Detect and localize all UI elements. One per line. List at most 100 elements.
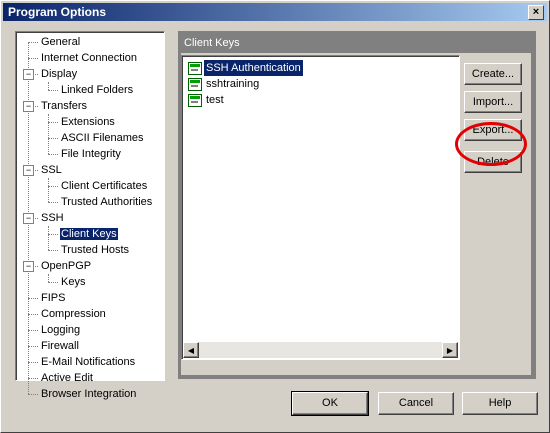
close-button[interactable]: ×	[528, 5, 544, 20]
scroll-right-button[interactable]: ▶	[442, 342, 458, 358]
panel-title: Client Keys	[184, 37, 240, 49]
key-file-icon	[188, 94, 202, 107]
collapse-icon[interactable]: −	[23, 261, 34, 272]
collapse-icon[interactable]: −	[23, 213, 34, 224]
tree-item[interactable]: Client Keys	[60, 226, 118, 242]
cancel-button[interactable]: Cancel	[378, 392, 454, 415]
tree-connector-line	[28, 346, 38, 347]
tree-item[interactable]: Compression	[40, 306, 107, 322]
tree-item[interactable]: Logging	[40, 322, 81, 338]
tree-item[interactable]: Display	[40, 66, 78, 82]
tree-connector-line	[48, 234, 58, 235]
tree-connector-line	[48, 178, 49, 202]
tree-connector-line	[28, 394, 38, 395]
tree-item[interactable]: OpenPGP	[40, 258, 92, 274]
tree-item-label: File Integrity	[61, 148, 121, 160]
tree-item[interactable]: Trusted Authorities	[60, 194, 153, 210]
tree-connector-line	[28, 362, 38, 363]
tree-item-label: Compression	[41, 308, 106, 320]
tree-item[interactable]: Linked Folders	[60, 82, 134, 98]
tree-item[interactable]: SSL	[40, 162, 63, 178]
collapse-icon[interactable]: −	[23, 101, 34, 112]
key-list-item-label: test	[206, 94, 224, 106]
title-bar[interactable]: Program Options ×	[3, 3, 547, 21]
tree-item[interactable]: Client Certificates	[60, 178, 148, 194]
tree-item[interactable]: Firewall	[40, 338, 80, 354]
tree-item-label: Transfers	[41, 100, 88, 112]
tree-item[interactable]: SSH	[40, 210, 65, 226]
tree-item-label: Browser Integration	[41, 388, 137, 400]
panel-body: ◀ ▶ SSH Authentication sshtraining test Cr…	[181, 53, 531, 375]
help-button-label: Help	[488, 397, 512, 409]
tree-item-label: Client Keys	[60, 228, 118, 240]
tree-connector-line	[48, 154, 58, 155]
tree-item[interactable]: FIPS	[40, 290, 66, 306]
tree-connector-line	[48, 90, 58, 91]
tree-item-label: Extensions	[61, 116, 115, 128]
tree-connector-line	[48, 274, 49, 282]
tree-item-label: Trusted Hosts	[61, 244, 130, 256]
key-file-icon	[188, 62, 202, 75]
tree-item-label: Active Edit	[41, 372, 93, 384]
tree-connector-line	[48, 114, 49, 154]
tree-item-label: SSH	[41, 212, 64, 224]
tree-item[interactable]: ASCII Filenames	[60, 130, 145, 146]
tree-item[interactable]: Keys	[60, 274, 86, 290]
tree-connector-line	[28, 330, 38, 331]
window-title: Program Options	[8, 5, 107, 19]
tree-item-label: Internet Connection	[41, 52, 138, 64]
tree-item-label: Firewall	[41, 340, 79, 352]
scroll-left-button[interactable]: ◀	[183, 342, 199, 358]
client-keys-panel: Client Keys ◀ ▶ SSH Authentication sshtra…	[178, 31, 536, 379]
tree-item[interactable]: Transfers	[40, 98, 88, 114]
tree-connector-line	[28, 314, 38, 315]
key-list-item-label: sshtraining	[206, 78, 260, 90]
client-keys-list[interactable]: ◀ ▶ SSH Authentication sshtraining test	[181, 55, 460, 360]
arrow-left-icon: ◀	[187, 346, 195, 355]
tree-item[interactable]: Trusted Hosts	[60, 242, 130, 258]
tree-connector-line	[48, 82, 49, 90]
tree-item-label: Client Certificates	[61, 180, 148, 192]
ok-button[interactable]: OK	[291, 391, 369, 416]
import-button[interactable]: Import...	[464, 91, 522, 113]
tree-connector-line	[48, 122, 58, 123]
tree-connector-line	[48, 250, 58, 251]
tree-item-label: ASCII Filenames	[61, 132, 144, 144]
tree-connector-line	[48, 282, 58, 283]
collapse-icon[interactable]: −	[23, 69, 34, 80]
close-icon: ×	[532, 6, 540, 18]
collapse-icon[interactable]: −	[23, 165, 34, 176]
tree-connector-line	[28, 298, 38, 299]
tree-connector-line	[48, 138, 58, 139]
tree-connector-line	[48, 202, 58, 203]
tree-item-label: Trusted Authorities	[61, 196, 153, 208]
tree-item-label: E-Mail Notifications	[41, 356, 136, 368]
tree-connector-line	[28, 42, 38, 43]
options-tree[interactable]: General Internet Connection Display − Linked…	[15, 31, 165, 400]
key-list-item-label: SSH Authentication	[204, 60, 303, 76]
create-button-label: Create...	[471, 68, 515, 80]
tree-connector-line	[28, 378, 38, 379]
arrow-right-icon: ▶	[446, 346, 454, 355]
tree-item[interactable]: Internet Connection	[40, 50, 138, 66]
tree-item[interactable]: Active Edit	[40, 370, 94, 386]
tree-item-label: Keys	[61, 276, 86, 288]
tree-item[interactable]: Extensions	[60, 114, 116, 130]
tree-item-label: General	[41, 36, 81, 48]
tree-connector-line	[48, 226, 49, 250]
create-button[interactable]: Create...	[464, 63, 522, 85]
import-button-label: Import...	[472, 96, 514, 108]
help-button[interactable]: Help	[462, 392, 538, 415]
tree-connector-line	[48, 186, 58, 187]
tree-connector-line	[28, 58, 38, 59]
horizontal-scrollbar[interactable]: ◀ ▶	[183, 342, 458, 358]
tree-item-label: OpenPGP	[41, 260, 92, 272]
tree-item[interactable]: General	[40, 34, 81, 50]
tree-item-label: Logging	[41, 324, 81, 336]
cancel-button-label: Cancel	[398, 397, 434, 409]
tree-item[interactable]: Browser Integration	[40, 386, 137, 402]
tree-item-label: SSL	[41, 164, 62, 176]
tree-item[interactable]: E-Mail Notifications	[40, 354, 136, 370]
program-options-window: Program Options × General Internet Connec…	[0, 0, 550, 433]
tree-item[interactable]: File Integrity	[60, 146, 122, 162]
